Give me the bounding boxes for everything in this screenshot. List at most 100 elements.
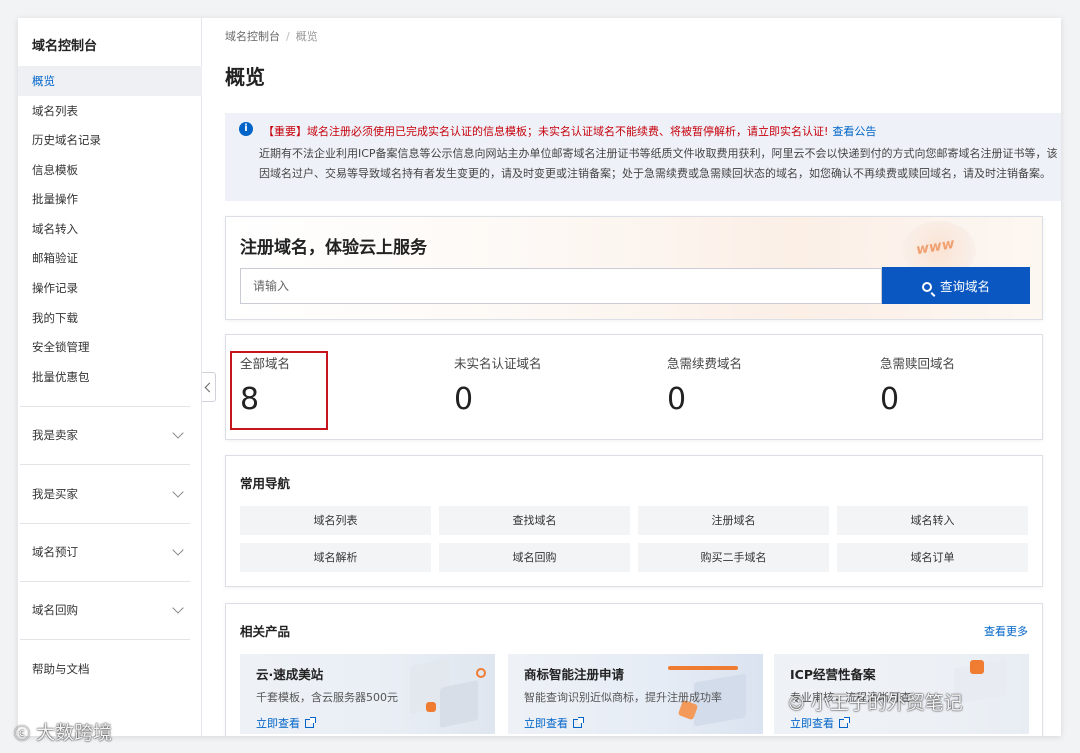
nav-buy-used[interactable]: 购买二手域名 [638, 543, 829, 572]
stat-all-domains[interactable]: 全部域名 8 [240, 353, 290, 417]
product-illustration [970, 660, 984, 674]
stat-value: 0 [454, 382, 474, 417]
sidebar-item-discount[interactable]: 批量优惠包 [18, 362, 202, 392]
nav-find-domain[interactable]: 查找域名 [439, 506, 630, 535]
sidebar: 域名控制台 概览 域名列表 历史域名记录 信息模板 批量操作 域名转入 邮箱验证… [18, 18, 202, 736]
stat-label: 未实名认证域名 [454, 356, 542, 371]
chevron-down-icon [172, 486, 184, 498]
sidebar-group-seller[interactable]: 我是卖家 [18, 420, 202, 450]
nav-transfer-in[interactable]: 域名转入 [837, 506, 1028, 535]
product-title: 云·速成美站 [256, 667, 324, 682]
product-link[interactable]: 立即查看 [790, 715, 1029, 731]
sidebar-group-label: 域名预订 [32, 545, 78, 559]
product-illustration [476, 668, 486, 678]
register-headline: 注册域名，体验云上服务 [240, 238, 427, 258]
sidebar-item-overview[interactable]: 概览 [18, 66, 202, 96]
divider [20, 406, 190, 407]
register-domain-card: www 注册域名，体验云上服务 查询域名 [225, 216, 1043, 320]
product-desc: 智能查询识别近似商标，提升注册成功率 [524, 691, 722, 704]
stat-renew-urgent[interactable]: 急需续费域名 0 [667, 353, 742, 417]
product-link[interactable]: 立即查看 [256, 715, 495, 731]
console-window: 域名控制台 概览 域名列表 历史域名记录 信息模板 批量操作 域名转入 邮箱验证… [18, 18, 1061, 736]
domain-search-input[interactable] [240, 268, 882, 304]
sidebar-group-label: 我是卖家 [32, 428, 78, 442]
product-link[interactable]: 立即查看 [524, 715, 763, 731]
www-illustration-text: www [914, 235, 956, 259]
breadcrumb-current: 概览 [295, 30, 318, 43]
nav-dns[interactable]: 域名解析 [240, 543, 431, 572]
sidebar-group-label: 域名回购 [32, 603, 78, 617]
sidebar-item-batch[interactable]: 批量操作 [18, 184, 202, 214]
watermark-right: ☺ 小王子的外贸笔记 [788, 688, 963, 715]
chevron-down-icon [172, 544, 184, 556]
product-link-label: 立即查看 [790, 717, 834, 730]
notice-banner: i 【重要】域名注册必须使用已完成实名认证的信息模板；未实名认证域名不能续费、将… [225, 113, 1061, 201]
notice-text: 因域名过户、交易等导致域名持有者发生变更的，请及时变更或注销备案；处于急需续费或… [259, 167, 1051, 180]
breadcrumb-root[interactable]: 域名控制台 [225, 30, 280, 43]
search-domain-button[interactable]: 查询域名 [882, 267, 1030, 304]
watermark-logo-icon: ⓒ [14, 724, 31, 743]
sidebar-item-security-lock[interactable]: 安全锁管理 [18, 332, 202, 362]
breadcrumb-separator: / [286, 30, 290, 43]
main-content: 域名控制台 / 概览 概览 i 【重要】域名注册必须使用已完成实名认证的信息模板；未… [203, 18, 1061, 736]
view-more-link[interactable]: 查看更多 [984, 623, 1028, 639]
breadcrumb: 域名控制台 / 概览 [225, 28, 318, 44]
sidebar-item-op-log[interactable]: 操作记录 [18, 273, 202, 303]
sidebar-item-domain-list[interactable]: 域名列表 [18, 96, 202, 126]
search-icon [921, 282, 932, 292]
notice-headline-text: 【重要】域名注册必须使用已完成实名认证的信息模板；未实名认证域名不能续费、将被暂… [263, 125, 829, 138]
quick-nav-card: 常用导航 域名列表 查找域名 注册域名 域名转入 域名解析 域名回购 购买二手域… [225, 455, 1043, 587]
sidebar-group-label: 我是买家 [32, 487, 78, 501]
product-desc: 千套模板，含云服务器500元 [256, 691, 398, 704]
stat-value: 0 [880, 382, 900, 417]
notice-link[interactable]: 查看公告 [832, 125, 876, 138]
chevron-down-icon [172, 602, 184, 614]
page-title: 概览 [225, 65, 265, 89]
stat-label: 全部域名 [240, 356, 291, 371]
divider [20, 639, 190, 640]
nav-domain-list[interactable]: 域名列表 [240, 506, 431, 535]
notice-text: 近期有不法企业利用ICP备案信息等公示信息向网站主办单位邮寄域名注册证书等纸质文… [259, 147, 1058, 160]
sidebar-title: 域名控制台 [32, 39, 98, 54]
sidebar-group-buyback[interactable]: 域名回购 [18, 595, 202, 625]
watermark-text: 大数跨境 [36, 722, 113, 744]
external-link-icon [305, 717, 316, 728]
info-icon: i [239, 122, 253, 136]
product-link-label: 立即查看 [256, 717, 300, 730]
search-domain-label: 查询域名 [939, 279, 990, 294]
external-link-icon [573, 717, 584, 728]
notice-headline: 【重要】域名注册必须使用已完成实名认证的信息模板；未实名认证域名不能续费、将被暂… [263, 121, 876, 143]
sidebar-group-buyer[interactable]: 我是买家 [18, 479, 202, 509]
nav-orders[interactable]: 域名订单 [837, 543, 1028, 572]
stat-redeem-urgent[interactable]: 急需赎回域名 0 [880, 353, 955, 417]
wechat-icon: ☺ [788, 694, 805, 713]
product-link-label: 立即查看 [524, 717, 568, 730]
product-card-trademark[interactable]: 商标智能注册申请 智能查询识别近似商标，提升注册成功率 立即查看 [508, 654, 763, 734]
sidebar-item-history[interactable]: 历史域名记录 [18, 125, 202, 155]
domain-stats-card: 全部域名 8 未实名认证域名 0 急需续费域名 0 急需赎回域名 0 [225, 334, 1043, 440]
nav-register-domain[interactable]: 注册域名 [638, 506, 829, 535]
stat-label: 急需续费域名 [667, 356, 743, 371]
divider [20, 464, 190, 465]
related-products-card: 相关产品 查看更多 云·速成美站 千套模板，含云服务器500元 立即查看 商标智… [225, 603, 1043, 736]
sidebar-item-help[interactable]: 帮助与文档 [18, 654, 202, 684]
chevron-down-icon [172, 427, 184, 439]
sidebar-item-email-verify[interactable]: 邮箱验证 [18, 243, 202, 273]
stat-unverified-domains[interactable]: 未实名认证域名 0 [454, 353, 542, 417]
sidebar-item-templates[interactable]: 信息模板 [18, 155, 202, 185]
watermark-left: ⓒ 大数跨境 [14, 718, 112, 745]
external-link-icon [839, 717, 850, 728]
related-products-title: 相关产品 [240, 624, 291, 639]
nav-buyback[interactable]: 域名回购 [439, 543, 630, 572]
stat-value: 8 [240, 382, 260, 417]
product-card-site-builder[interactable]: 云·速成美站 千套模板，含云服务器500元 立即查看 [240, 654, 495, 734]
quick-nav-title: 常用导航 [240, 476, 291, 491]
watermark-text: 小王子的外贸笔记 [810, 692, 963, 714]
divider [20, 581, 190, 582]
sidebar-group-reserve[interactable]: 域名预订 [18, 537, 202, 567]
stat-value: 0 [667, 382, 687, 417]
sidebar-item-downloads[interactable]: 我的下载 [18, 303, 202, 333]
stat-label: 急需赎回域名 [880, 356, 956, 371]
sidebar-item-transfer-in[interactable]: 域名转入 [18, 214, 202, 244]
divider [20, 523, 190, 524]
